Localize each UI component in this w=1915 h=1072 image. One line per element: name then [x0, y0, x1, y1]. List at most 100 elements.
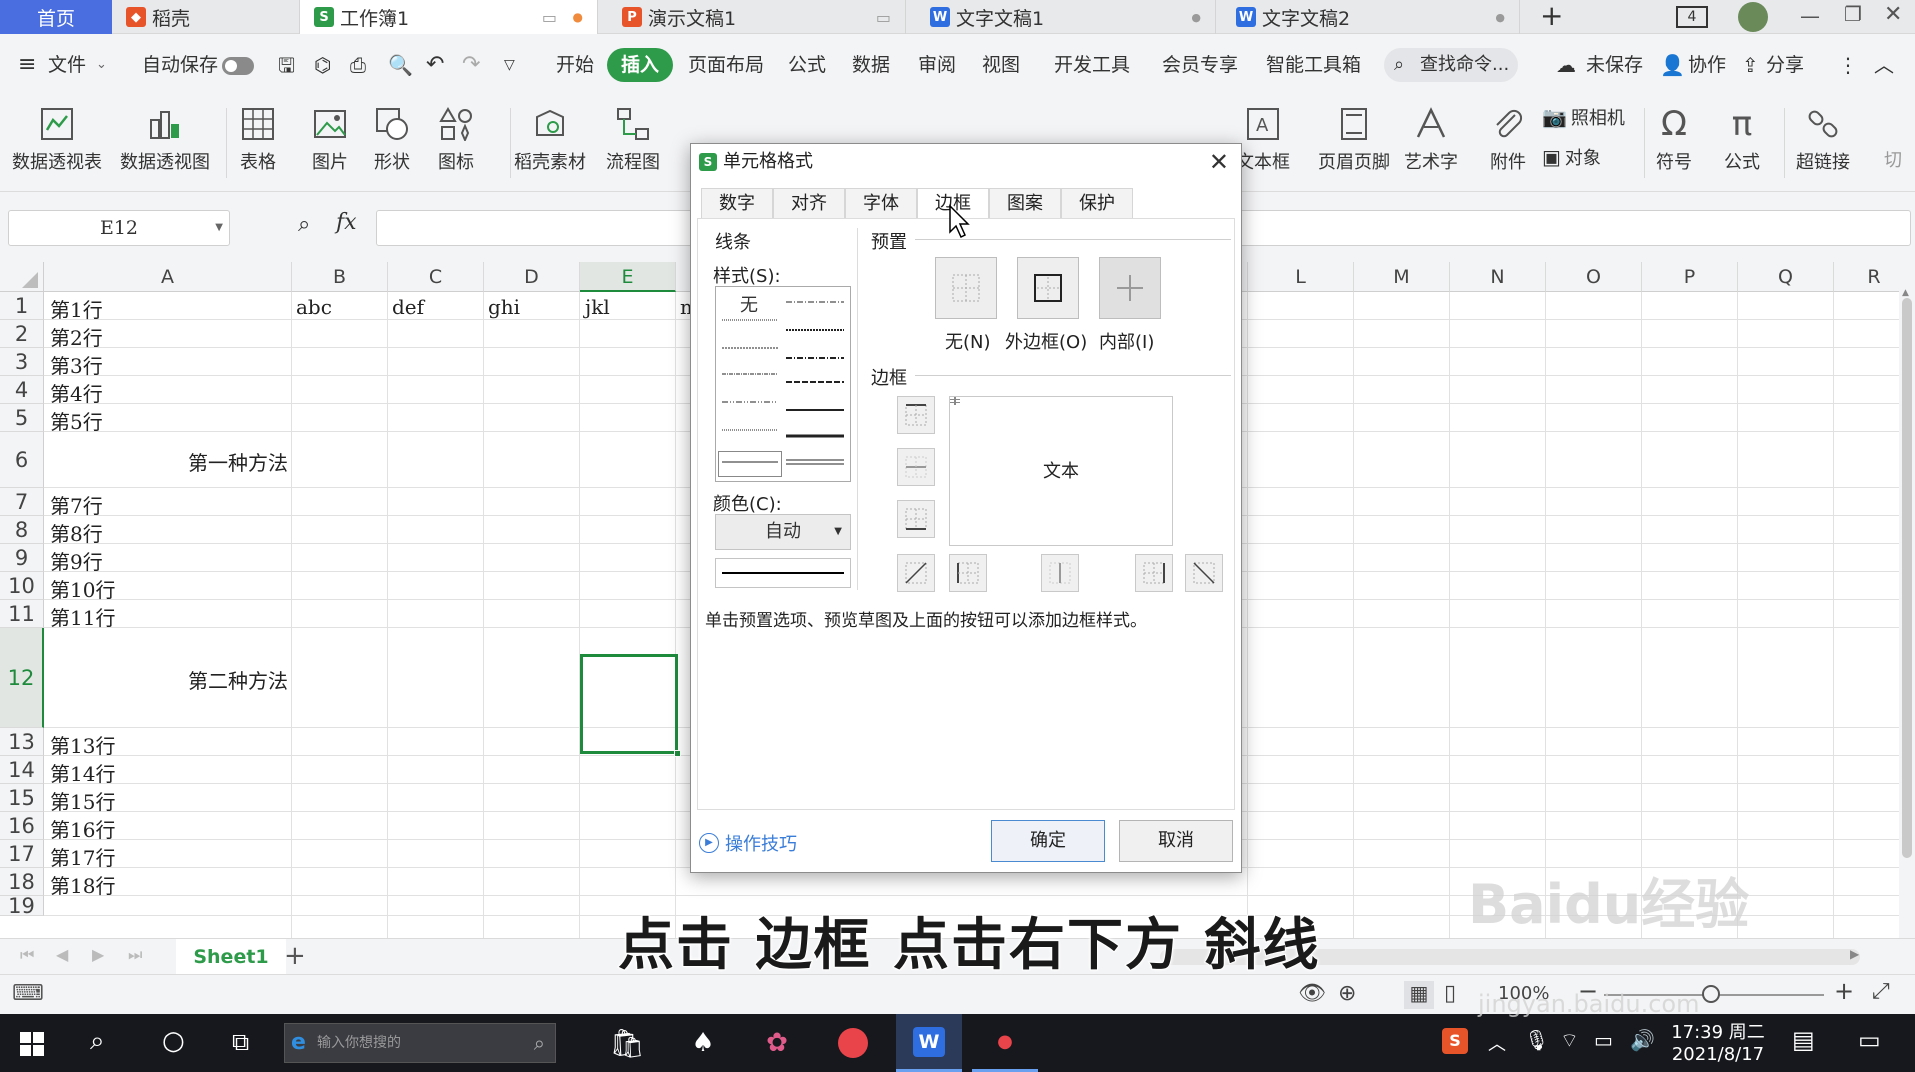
cell-a9[interactable]: 第9行: [50, 546, 103, 575]
border-right-button[interactable]: [1135, 554, 1173, 592]
cell-a11[interactable]: 第11行: [50, 602, 115, 631]
redo-icon[interactable]: ↷: [462, 48, 480, 82]
line-style-option[interactable]: [786, 379, 844, 385]
tab-protection[interactable]: 保护: [1061, 188, 1133, 218]
tab-daoke[interactable]: ◆ 稻壳: [112, 0, 300, 34]
notes-icon[interactable]: ▤: [1792, 1026, 1815, 1054]
row-header[interactable]: 3: [0, 348, 44, 376]
cell-e1[interactable]: jkl: [585, 295, 610, 319]
taskbar-recording[interactable]: ●: [972, 1014, 1038, 1072]
line-style-list[interactable]: 无: [715, 286, 851, 482]
textbox-button[interactable]: A 文本框: [1236, 96, 1290, 192]
close-window-icon[interactable]: ✕: [1884, 2, 1902, 27]
tips-link[interactable]: ▶ 操作技巧: [699, 830, 797, 856]
table-button[interactable]: 表格: [236, 96, 280, 192]
action-center-icon[interactable]: ▭: [1858, 1026, 1881, 1054]
menu-page-layout[interactable]: 页面布局: [688, 48, 764, 82]
command-search[interactable]: ⌕ 查找命令...: [1384, 48, 1518, 82]
save-icon[interactable]: 🖫: [278, 48, 295, 82]
freeze-panes-icon[interactable]: ⊕: [1338, 981, 1356, 1006]
pivot-chart-button[interactable]: 数据透视图: [120, 96, 210, 192]
macro-icon[interactable]: ⌨: [12, 981, 44, 1006]
pivot-table-button[interactable]: 数据透视表: [12, 96, 102, 192]
tab-doc2[interactable]: W 文字文稿2 ●: [1222, 0, 1520, 34]
collab-button[interactable]: 协作: [1688, 48, 1726, 82]
cell-a2[interactable]: 第2行: [50, 322, 103, 351]
battery-icon[interactable]: ▭: [1594, 1028, 1613, 1052]
new-tab-button[interactable]: +: [1540, 0, 1563, 32]
column-header-q[interactable]: Q: [1738, 262, 1834, 292]
window-count-badge[interactable]: 4: [1676, 6, 1708, 28]
scroll-right-icon[interactable]: ▶: [1850, 947, 1859, 961]
menu-formula[interactable]: 公式: [788, 48, 826, 82]
task-view-icon[interactable]: ⧉: [232, 1028, 249, 1056]
selected-cell-e12[interactable]: [580, 654, 678, 754]
cortana-icon[interactable]: ○: [162, 1026, 185, 1056]
cell-a12[interactable]: 第二种方法: [44, 665, 288, 694]
prev-sheet-icon[interactable]: ◀: [56, 945, 68, 964]
cell-c1[interactable]: def: [392, 295, 424, 319]
cell-a18[interactable]: 第18行: [50, 870, 115, 899]
fullscreen-icon[interactable]: ⤢: [1872, 979, 1890, 1004]
first-sheet-icon[interactable]: ⏮: [20, 945, 34, 965]
shape-button[interactable]: 形状: [370, 96, 414, 192]
menu-view[interactable]: 视图: [982, 48, 1020, 82]
column-header-p[interactable]: P: [1642, 262, 1738, 292]
cell-a4[interactable]: 第4行: [50, 378, 103, 407]
cell-a16[interactable]: 第16行: [50, 814, 115, 843]
normal-view-icon[interactable]: ▦: [1404, 981, 1434, 1009]
taskbar-screen-recorder[interactable]: [820, 1014, 886, 1072]
taskbar-search-input[interactable]: e 输入你想搜的 ⌕: [284, 1023, 556, 1063]
collapse-ribbon-icon[interactable]: ︿: [1874, 48, 1894, 82]
row-header[interactable]: 9: [0, 544, 44, 572]
line-style-selected[interactable]: [718, 451, 782, 477]
column-header-a[interactable]: A: [44, 262, 292, 292]
flowchart-button[interactable]: 流程图: [606, 96, 660, 192]
wifi-icon[interactable]: ⌔: [1560, 1028, 1579, 1053]
border-diagonal-up-button[interactable]: [897, 554, 935, 592]
cancel-button[interactable]: 取消: [1119, 820, 1233, 862]
column-header-c[interactable]: C: [388, 262, 484, 292]
cell-a14[interactable]: 第14行: [50, 758, 115, 787]
taskbar-wps[interactable]: W: [896, 1014, 962, 1072]
tab-pattern[interactable]: 图案: [989, 188, 1061, 218]
row-header[interactable]: 4: [0, 376, 44, 404]
hyperlink-button[interactable]: 超链接: [1796, 96, 1850, 192]
border-top-button[interactable]: [897, 396, 935, 434]
preset-none-button[interactable]: [935, 257, 997, 319]
sheet-tab-sheet1[interactable]: Sheet1: [176, 939, 286, 975]
print-icon[interactable]: ⎙: [350, 48, 366, 82]
row-header[interactable]: 19: [0, 894, 44, 918]
row-header[interactable]: 16: [0, 812, 44, 840]
zoom-search-icon[interactable]: ⌕: [298, 212, 310, 237]
format-painter-icon[interactable]: ⌬: [314, 48, 331, 82]
row-header[interactable]: 11: [0, 600, 44, 628]
share-button[interactable]: 分享: [1766, 48, 1804, 82]
tab-alignment[interactable]: 对齐: [773, 188, 845, 218]
autosave-toggle[interactable]: [222, 57, 254, 75]
unsaved-button[interactable]: 未保存: [1586, 48, 1643, 82]
scroll-thumb[interactable]: [1902, 298, 1912, 858]
tab-home[interactable]: 首页: [0, 0, 112, 34]
sogou-icon[interactable]: S: [1442, 1028, 1468, 1054]
line-style-option[interactable]: [722, 427, 778, 433]
row-header[interactable]: 8: [0, 516, 44, 544]
camera-button[interactable]: 📷 照相机: [1542, 104, 1625, 130]
tab-doc1[interactable]: W 文字文稿1 ●: [916, 0, 1216, 34]
header-footer-button[interactable]: 页眉页脚: [1318, 96, 1390, 192]
cell-a3[interactable]: 第3行: [50, 350, 103, 379]
print-preview-icon[interactable]: 🔍: [388, 48, 413, 82]
border-middle-button[interactable]: [897, 448, 935, 486]
border-left-button[interactable]: [949, 554, 987, 592]
eye-protection-icon[interactable]: 👁: [1298, 981, 1326, 1006]
tab-number[interactable]: 数字: [701, 188, 773, 218]
page-layout-view-icon[interactable]: ▯: [1444, 981, 1456, 1006]
tray-expand-icon[interactable]: ︿: [1488, 1030, 1506, 1056]
line-style-option[interactable]: [722, 345, 778, 351]
row-header[interactable]: 5: [0, 404, 44, 432]
row-header[interactable]: 6: [0, 432, 44, 488]
attachment-button[interactable]: 附件: [1486, 96, 1530, 192]
taskbar-store[interactable]: 🛍: [594, 1014, 660, 1072]
chevron-down-icon[interactable]: ⌄: [96, 48, 107, 82]
cell-b1[interactable]: abc: [296, 295, 332, 319]
